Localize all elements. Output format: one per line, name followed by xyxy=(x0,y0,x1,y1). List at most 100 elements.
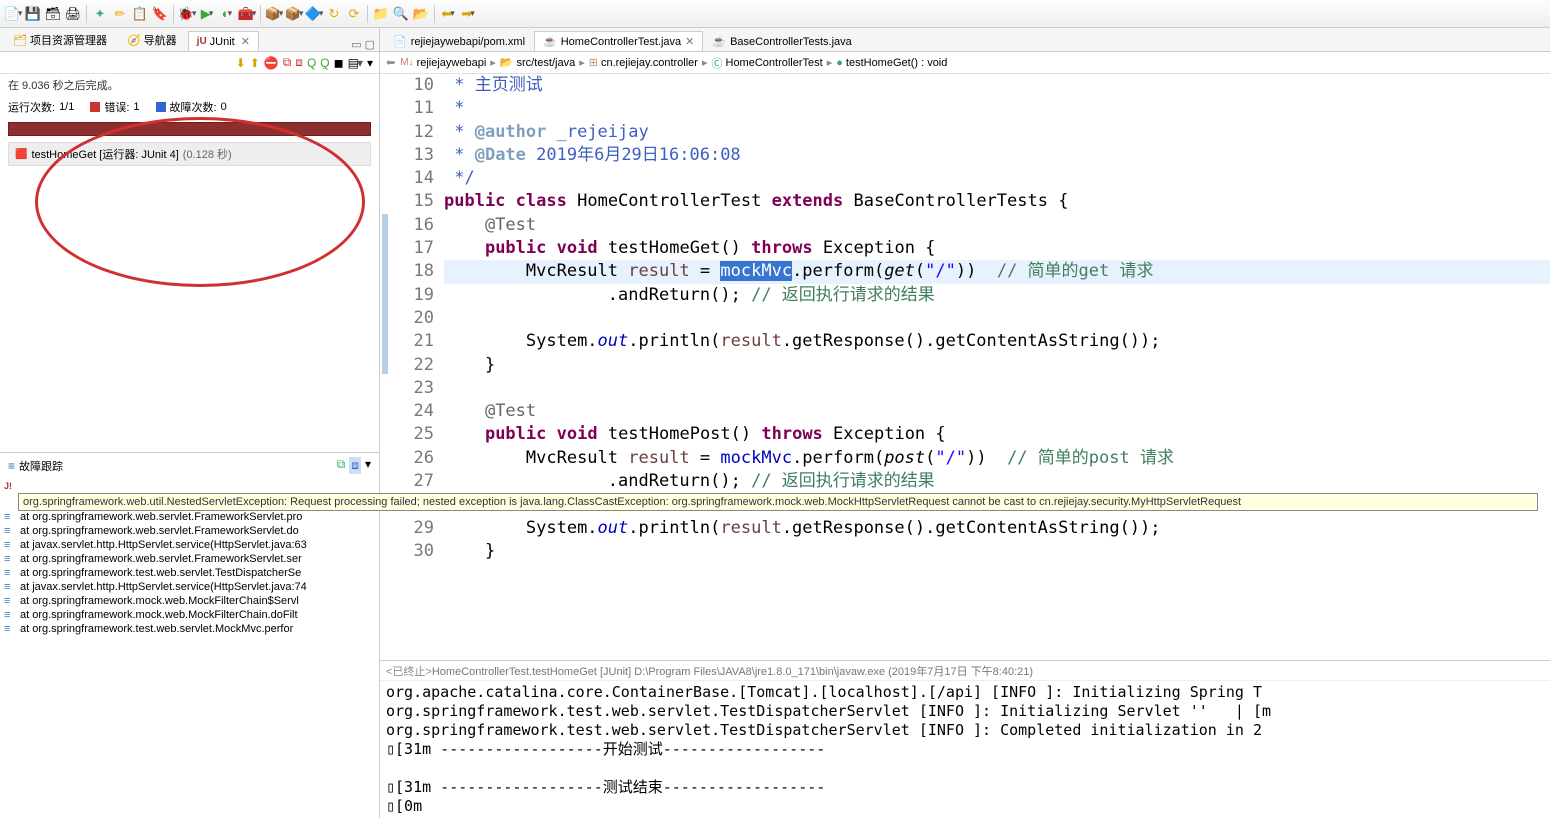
code-editor[interactable]: 1011121314 1516171819 2021222324 2526272… xyxy=(380,74,1550,660)
filter-icon[interactable]: ⧈ xyxy=(349,457,361,474)
next-failure-icon[interactable]: ⬇ xyxy=(236,56,246,70)
runs-label: 运行次数: xyxy=(8,99,55,115)
save-icon[interactable]: 💾 xyxy=(24,5,42,23)
close-icon[interactable]: ✕ xyxy=(241,35,250,48)
search-icon[interactable]: ✦ xyxy=(91,5,109,23)
errors-value: 1 xyxy=(133,101,139,113)
junit-status: 在 9.036 秒之后完成。 xyxy=(0,74,379,96)
tab-label: 项目资源管理器 xyxy=(30,32,107,48)
show-failures-icon[interactable]: Q xyxy=(307,56,316,70)
tab-navigator[interactable]: 🧭 导航器 xyxy=(118,28,186,51)
maximize-icon[interactable]: ▢ xyxy=(365,38,375,51)
forward-icon[interactable]: ➡▾ xyxy=(459,5,477,23)
type-icon[interactable]: 🔷▾ xyxy=(305,5,323,23)
junit-counters: 运行次数: 1/1 错误: 1 故障次数: 0 xyxy=(0,96,379,118)
print-icon[interactable]: 🖨 xyxy=(64,5,82,23)
editor-tab-base-controller-tests[interactable]: ☕ BaseControllerTests.java xyxy=(703,31,860,51)
test-icon: 🟥 xyxy=(15,149,27,160)
layout-icon[interactable]: ▤▾ xyxy=(348,56,363,70)
menu-icon[interactable]: ▾ xyxy=(367,56,373,70)
external-icon[interactable]: 🧰▾ xyxy=(238,5,256,23)
tab-label: HomeControllerTest.java xyxy=(561,36,681,48)
stack-frame[interactable]: ≡at org.springframework.test.web.servlet… xyxy=(4,622,375,636)
method-marker xyxy=(382,214,388,374)
stack-frame[interactable]: ≡at org.springframework.mock.web.MockFil… xyxy=(4,594,375,608)
stack-frame-icon: ≡ xyxy=(4,609,16,621)
stack-frame-icon: ≡ xyxy=(4,581,16,593)
left-panel: 🗂 项目资源管理器 🧭 导航器 jU JUnit ✕ ▭ ▢ ⬇ ⬆ xyxy=(0,28,380,818)
back-icon[interactable]: ⬅ xyxy=(386,56,395,69)
failures-label: 故障次数: xyxy=(170,99,217,115)
save-all-icon[interactable]: 🗃 xyxy=(44,5,62,23)
pin-icon[interactable]: ◼ xyxy=(334,56,344,70)
collapse-icon[interactable]: ▾ xyxy=(365,457,371,474)
terminated-label: <已终止> xyxy=(386,663,432,679)
compare-icon[interactable]: ⧉ xyxy=(337,457,346,474)
stack-frame-icon: ≡ xyxy=(4,511,16,523)
breadcrumb-package[interactable]: ⊞ cn.rejiejay.controller xyxy=(589,56,698,69)
launch-icon[interactable]: 📦▾ xyxy=(265,5,283,23)
tab-project-explorer[interactable]: 🗂 项目资源管理器 xyxy=(4,28,116,51)
stack-line[interactable]: J! xyxy=(4,480,375,492)
runs-value: 1/1 xyxy=(59,101,74,113)
stack-frame[interactable]: ≡at org.springframework.web.servlet.Fram… xyxy=(4,524,375,538)
note-icon[interactable]: 📋 xyxy=(131,5,149,23)
back-icon[interactable]: ⬅▾ xyxy=(439,5,457,23)
folder-icon[interactable]: 📁 xyxy=(372,5,390,23)
stack-frame[interactable]: ≡at org.springframework.mock.web.MockFil… xyxy=(4,608,375,622)
errors-label: 错误: xyxy=(104,99,129,115)
breadcrumb-class[interactable]: Ⓒ HomeControllerTest xyxy=(712,55,823,71)
console-panel: <已终止> HomeControllerTest.testHomeGet [JU… xyxy=(380,660,1550,818)
find-icon[interactable]: 🔍 xyxy=(392,5,410,23)
rerun-icon[interactable]: ⧉ xyxy=(283,55,292,70)
bookmark-icon[interactable]: 🔖 xyxy=(151,5,169,23)
package-icon[interactable]: 📦▾ xyxy=(285,5,303,23)
java-icon: ☕ xyxy=(543,35,557,48)
new-icon[interactable]: 📄▾ xyxy=(4,5,22,23)
test-result-item[interactable]: 🟥 testHomeGet [运行器: JUnit 4] (0.128 秒) xyxy=(8,142,371,166)
breadcrumb-src[interactable]: 📂 src/test/java xyxy=(500,56,575,69)
marker-column xyxy=(380,74,396,660)
debug-icon[interactable]: 🐞▾ xyxy=(178,5,196,23)
console-header: <已终止> HomeControllerTest.testHomeGet [JU… xyxy=(380,661,1550,681)
junit-icon: jU xyxy=(197,36,207,47)
stack-frame-icon: ≡ xyxy=(4,623,16,635)
stack-frame-icon: ≡ xyxy=(4,553,16,565)
stack-frame-icon: ≡ xyxy=(4,595,16,607)
breadcrumb-project[interactable]: M↓ rejiejaywebapi xyxy=(400,57,486,69)
test-name: testHomeGet [运行器: JUnit 4] xyxy=(31,146,178,162)
minimize-icon[interactable]: ▭ xyxy=(351,38,361,51)
stack-frame[interactable]: ≡at javax.servlet.http.HttpServlet.servi… xyxy=(4,580,375,594)
run-icon[interactable]: ▶▾ xyxy=(198,5,216,23)
rerun-failed-icon[interactable]: ⧈ xyxy=(295,55,303,70)
stop-icon[interactable]: ⛔ xyxy=(264,56,279,70)
main-toolbar: 📄▾ 💾 🗃 🖨 ✦ ✏ 📋 🔖 🐞▾ ▶▾ ◐▾ 🧰▾ 📦▾ 📦▾ 🔷▾ ↻ … xyxy=(0,0,1550,28)
highlight-icon[interactable]: ✏ xyxy=(111,5,129,23)
stack-frame[interactable]: ≡at javax.servlet.http.HttpServlet.servi… xyxy=(4,538,375,552)
class-icon: Ⓒ xyxy=(712,55,723,71)
tab-label: 导航器 xyxy=(144,32,177,48)
console-output[interactable]: org.apache.catalina.core.ContainerBase.[… xyxy=(380,681,1550,818)
prev-failure-icon[interactable]: ⬆ xyxy=(250,56,260,70)
xml-icon: 📄 xyxy=(393,35,407,48)
editor-tab-pom[interactable]: 📄 rejiejaywebapi/pom.xml xyxy=(384,31,534,51)
stack-frame-icon: ≡ xyxy=(4,525,16,537)
open-icon[interactable]: 📂 xyxy=(412,5,430,23)
refresh-icon[interactable]: ⟳ xyxy=(345,5,363,23)
compass-icon: 🧭 xyxy=(127,34,141,47)
close-icon[interactable]: ✕ xyxy=(685,35,694,48)
failure-trace-header: ≡ 故障跟踪 ⧉ ⧈ ▾ xyxy=(0,452,379,478)
code-content[interactable]: * 主页测试 * * @author _rejeijay * @Date 201… xyxy=(444,74,1550,660)
tab-label: JUnit xyxy=(210,36,235,48)
breadcrumb-method[interactable]: ● testHomeGet() : void xyxy=(836,57,947,69)
sync-icon[interactable]: ↻ xyxy=(325,5,343,23)
coverage-icon[interactable]: ◐▾ xyxy=(218,5,236,23)
stack-frame[interactable]: ≡at org.springframework.web.servlet.Fram… xyxy=(4,552,375,566)
stack-frame[interactable]: ≡at org.springframework.web.servlet.Fram… xyxy=(4,510,375,524)
folder-icon: 🗂 xyxy=(13,34,27,47)
history-icon[interactable]: Q̣ xyxy=(320,56,329,70)
editor-tab-home-controller-test[interactable]: ☕ HomeControllerTest.java ✕ xyxy=(534,31,703,51)
stack-frame[interactable]: ≡at org.springframework.test.web.servlet… xyxy=(4,566,375,580)
failure-trace-title: 故障跟踪 xyxy=(19,458,63,474)
tab-junit[interactable]: jU JUnit ✕ xyxy=(188,31,259,51)
